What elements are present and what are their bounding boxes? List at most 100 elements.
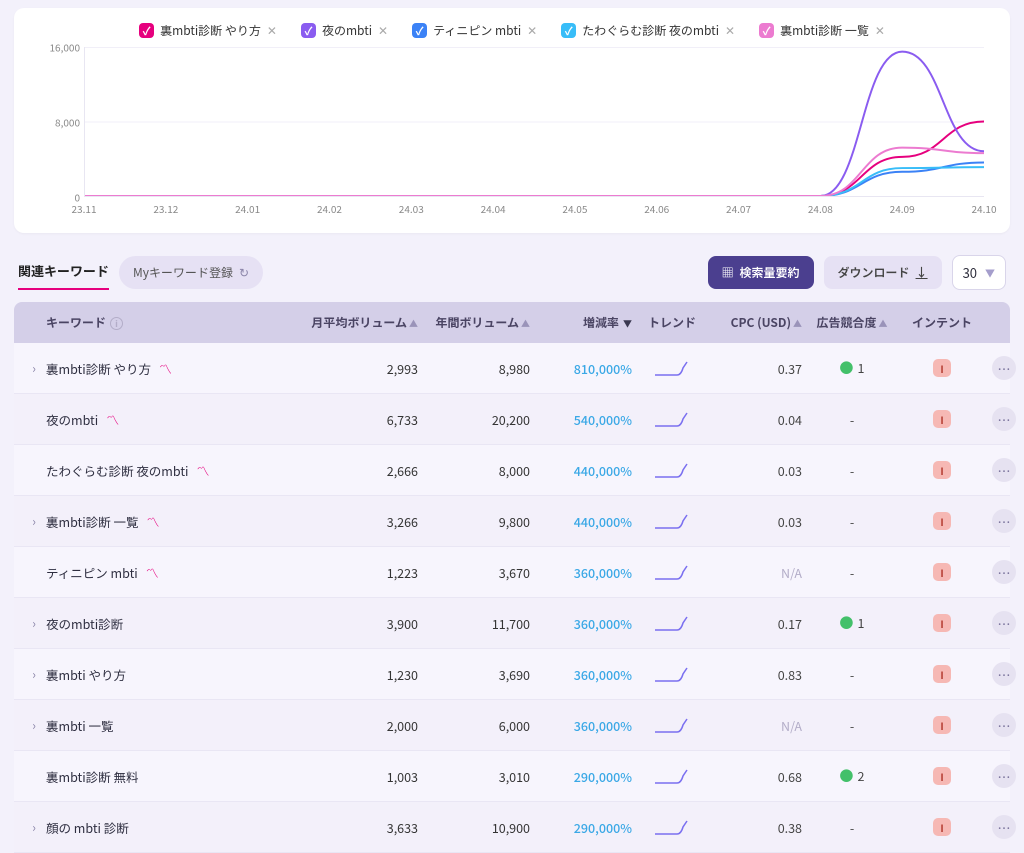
table-row: ›顔の mbti 診断3,63310,900290,000%0.38-I⋯ — [14, 802, 1010, 853]
close-icon[interactable]: ✕ — [378, 22, 388, 39]
expand-toggle[interactable]: › — [22, 819, 46, 836]
checkbox-icon: ✓ — [301, 23, 316, 38]
more-icon: ⋯ — [992, 611, 1016, 635]
monthly-volume: 1,223 — [308, 563, 418, 582]
trend-spark — [632, 768, 712, 784]
chart-plot: 08,00016,000 23.1123.1224.0124.0224.0324… — [40, 47, 984, 215]
monthly-volume: 1,003 — [308, 767, 418, 786]
change-rate: 360,000% — [530, 716, 632, 735]
monthly-volume: 3,900 — [308, 614, 418, 633]
legend-label: ティニピン mbti — [433, 22, 521, 39]
trend-spark — [632, 513, 712, 529]
competition: - — [802, 512, 902, 531]
keyword-cell[interactable]: 裏mbti診断 一覧〽 — [46, 512, 308, 531]
more-icon: ⋯ — [992, 560, 1016, 584]
search-volume-summary-button[interactable]: ▦ 検索量要約 — [708, 256, 814, 289]
keyword-cell[interactable]: 裏mbti診断 やり方〽 — [46, 359, 308, 378]
chart-icon: 〽 — [146, 563, 159, 582]
intent: I — [902, 563, 982, 581]
close-icon[interactable]: ✕ — [267, 22, 277, 39]
tab-related-keywords[interactable]: 関連キーワード — [18, 255, 109, 290]
table-row: ›裏mbti 一覧2,0006,000360,000%N/A-I⋯ — [14, 700, 1010, 751]
cpc: 0.17 — [712, 614, 802, 633]
col-monthly-volume[interactable]: 月平均ボリューム▲ — [308, 314, 418, 331]
legend-item[interactable]: ✓ たわぐらむ診断 夜のmbti ✕ — [561, 22, 735, 39]
change-rate: 360,000% — [530, 614, 632, 633]
checkbox-icon: ✓ — [561, 23, 576, 38]
yearly-volume: 3,670 — [418, 563, 530, 582]
trend-spark — [632, 411, 712, 427]
legend-item[interactable]: ✓裏mbti診断 やり方✕ — [139, 22, 277, 39]
row-actions[interactable]: ⋯ — [982, 662, 1024, 686]
cpc: 0.38 — [712, 818, 802, 837]
table-row: 裏mbti診断 無料1,0033,010290,000%0.68●2I⋯ — [14, 751, 1010, 802]
keyword-cell[interactable]: 裏mbti やり方 — [46, 665, 308, 684]
col-competition[interactable]: 広告競合度▲ — [802, 314, 902, 331]
row-actions[interactable]: ⋯ — [982, 458, 1024, 482]
more-icon: ⋯ — [992, 509, 1016, 533]
keyword-cell[interactable]: 裏mbti診断 無料 — [46, 767, 308, 786]
keyword-cell[interactable]: 夜のmbti〽 — [46, 410, 308, 429]
expand-toggle[interactable]: › — [22, 513, 46, 530]
row-actions[interactable]: ⋯ — [982, 815, 1024, 839]
trend-chart-card: ✓裏mbti診断 やり方✕✓夜のmbti✕✓ティニピン mbti✕✓たわぐらむ診… — [14, 8, 1010, 233]
row-actions[interactable]: ⋯ — [982, 713, 1024, 737]
intent: I — [902, 665, 982, 683]
expand-toggle[interactable]: › — [22, 360, 46, 377]
expand-toggle[interactable]: › — [22, 666, 46, 683]
chart-icon: 〽 — [146, 512, 159, 531]
expand-toggle[interactable]: › — [22, 615, 46, 632]
legend-item[interactable]: ✓裏mbti診断 一覧✕ — [759, 22, 885, 39]
row-actions[interactable]: ⋯ — [982, 509, 1024, 533]
download-button[interactable]: ダウンロード ↓ — [824, 256, 942, 289]
my-keyword-register-button[interactable]: Myキーワード登録 ↻ — [119, 256, 263, 289]
rows-per-page-select[interactable]: 30 ▼ — [952, 255, 1006, 290]
trend-spark — [632, 717, 712, 733]
close-icon[interactable]: ✕ — [875, 22, 885, 39]
chart-icon: 〽 — [106, 410, 119, 429]
expand-toggle[interactable]: › — [22, 717, 46, 734]
keyword-cell[interactable]: 裏mbti 一覧 — [46, 716, 308, 735]
competition: - — [802, 563, 902, 582]
keyword-cell[interactable]: 夜のmbti診断 — [46, 614, 308, 633]
yearly-volume: 20,200 — [418, 410, 530, 429]
row-actions[interactable]: ⋯ — [982, 407, 1024, 431]
more-icon: ⋯ — [992, 662, 1016, 686]
intent: I — [902, 512, 982, 530]
col-cpc[interactable]: CPC (USD)▲ — [712, 314, 802, 331]
chart-legend: ✓裏mbti診断 やり方✕✓夜のmbti✕✓ティニピン mbti✕✓たわぐらむ診… — [40, 22, 984, 39]
close-icon[interactable]: ✕ — [527, 22, 537, 39]
change-rate: 810,000% — [530, 359, 632, 378]
competition: - — [802, 716, 902, 735]
keyword-table: キーワードi 月平均ボリューム▲ 年間ボリューム▲ 増減率 ▼ トレンド CPC… — [14, 302, 1010, 853]
keyword-cell[interactable]: ティニピン mbti〽 — [46, 563, 308, 582]
legend-item[interactable]: ✓夜のmbti✕ — [301, 22, 388, 39]
col-yearly-volume[interactable]: 年間ボリューム▲ — [418, 314, 530, 331]
yearly-volume: 10,900 — [418, 818, 530, 837]
monthly-volume: 2,993 — [308, 359, 418, 378]
yearly-volume: 3,690 — [418, 665, 530, 684]
chart-icon: 〽 — [196, 461, 209, 480]
more-icon: ⋯ — [992, 713, 1016, 737]
legend-label: たわぐらむ診断 夜のmbti — [582, 22, 719, 39]
col-change-rate[interactable]: 増減率 ▼ — [530, 314, 632, 331]
monthly-volume: 3,266 — [308, 512, 418, 531]
monthly-volume: 2,666 — [308, 461, 418, 480]
monthly-volume: 1,230 — [308, 665, 418, 684]
row-actions[interactable]: ⋯ — [982, 611, 1024, 635]
grid-icon: ▦ — [722, 264, 734, 281]
competition: - — [802, 461, 902, 480]
legend-item[interactable]: ✓ティニピン mbti✕ — [412, 22, 537, 39]
competition: ●1 — [802, 358, 902, 378]
col-keyword[interactable]: キーワードi — [46, 314, 308, 331]
row-actions[interactable]: ⋯ — [982, 560, 1024, 584]
cpc: 0.03 — [712, 512, 802, 531]
yearly-volume: 6,000 — [418, 716, 530, 735]
intent: I — [902, 818, 982, 836]
keyword-cell[interactable]: たわぐらむ診断 夜のmbti〽 — [46, 461, 308, 480]
row-actions[interactable]: ⋯ — [982, 764, 1024, 788]
row-actions[interactable]: ⋯ — [982, 356, 1024, 380]
competition: - — [802, 410, 902, 429]
close-icon[interactable]: ✕ — [725, 22, 735, 39]
keyword-cell[interactable]: 顔の mbti 診断 — [46, 818, 308, 837]
